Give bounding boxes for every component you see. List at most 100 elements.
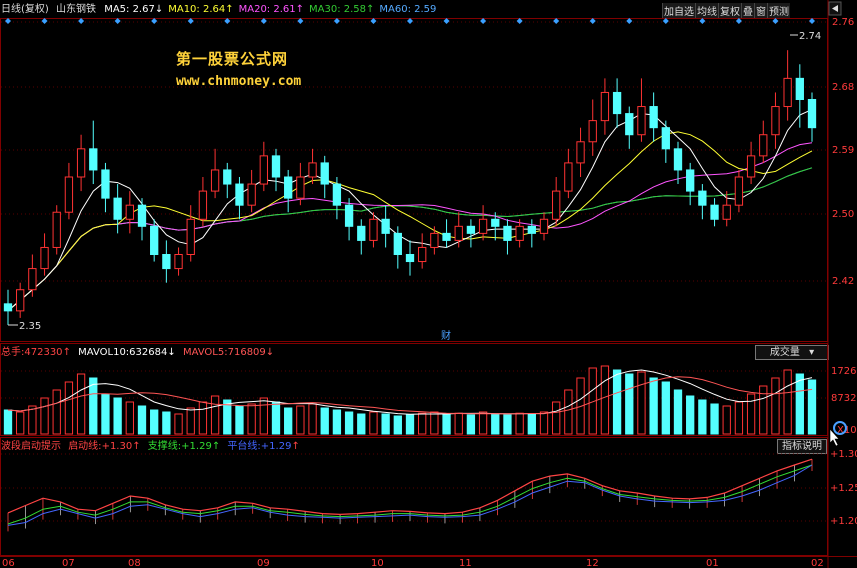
volume-bar	[478, 411, 488, 435]
volume-bar	[125, 401, 134, 435]
low-price-label: 2.35	[19, 321, 41, 332]
candle-body	[637, 106, 646, 136]
volume-bar	[308, 403, 317, 435]
price-axis: 2.76 2.68 2.59 2.50 2.42 17265 8732 X100…	[830, 17, 857, 527]
low-annotation: 2.35	[8, 321, 41, 332]
candle-body	[320, 162, 329, 185]
volume-bar	[247, 403, 256, 435]
indicator-tick: +1.20	[830, 516, 857, 527]
ma20-line	[7, 142, 813, 312]
volume-bar	[527, 413, 536, 435]
candle-body	[710, 204, 719, 220]
candle-body	[174, 254, 183, 270]
volume-bar	[284, 407, 293, 435]
indicator-tick: +1.30	[830, 449, 857, 460]
date-tick: 11	[459, 558, 472, 568]
volume-bar	[210, 395, 220, 435]
volume-bar	[271, 401, 281, 435]
volume-bar	[649, 377, 658, 435]
volume-bar	[174, 413, 183, 435]
volume-bar	[235, 405, 244, 435]
volume-bar	[564, 389, 573, 435]
price-tick: 2.68	[832, 82, 854, 93]
candle-body	[734, 176, 744, 206]
candle-body	[210, 169, 220, 192]
candle-body	[76, 148, 86, 178]
candle-body	[223, 169, 232, 185]
price-tick: 2.76	[832, 17, 854, 28]
candle-body	[588, 120, 597, 143]
volume-bar	[698, 399, 707, 435]
candle-body	[3, 303, 13, 312]
volume-bar	[198, 401, 208, 435]
candle-body	[686, 169, 695, 192]
volume-bar	[405, 414, 415, 435]
candle-body	[673, 148, 683, 171]
candle-body	[284, 176, 293, 199]
volume-bar	[625, 373, 634, 435]
date-axis: 06 07 08 09 10 11 12 01 02	[2, 558, 824, 568]
volume-bar	[661, 381, 670, 435]
candle-body	[612, 91, 622, 115]
volume-bar	[150, 409, 159, 435]
volume-bar	[442, 413, 451, 435]
volume-bar	[539, 411, 549, 435]
volume-bar	[418, 412, 427, 435]
volume-bar	[430, 411, 439, 435]
candle-body	[259, 155, 268, 185]
candle-body	[661, 127, 670, 150]
candle-body	[795, 77, 804, 101]
volume-bar	[332, 409, 342, 435]
volume-bar	[710, 403, 719, 435]
candle-body	[698, 190, 707, 206]
date-tick: 08	[128, 558, 141, 568]
candle-body	[332, 183, 342, 206]
date-tick: 09	[257, 558, 270, 568]
stock-chart-window: { "header": { "period": "日线(复权)", "stock…	[0, 0, 857, 568]
candle-body	[527, 225, 536, 234]
candle-body	[52, 211, 61, 248]
candle-body	[503, 225, 512, 241]
volume-bar	[76, 373, 86, 435]
volume-bar	[137, 405, 147, 435]
volume-bar	[101, 393, 110, 435]
candle-body	[771, 106, 780, 136]
volume-bar	[746, 393, 756, 435]
volume-bar	[807, 379, 817, 435]
candle-body	[16, 289, 25, 312]
candle-body	[113, 197, 122, 220]
finance-marker[interactable]: 财	[441, 329, 451, 342]
candle-body	[369, 218, 378, 241]
volume-bar	[491, 413, 500, 435]
volume-bar	[673, 389, 683, 435]
candle-body	[625, 113, 634, 136]
volume-bar	[637, 371, 646, 435]
candle-body	[247, 183, 256, 206]
scroll-arrow-icon[interactable]	[828, 1, 842, 16]
candle-body	[491, 218, 500, 227]
volume-bar	[612, 369, 622, 435]
volume-bars	[3, 365, 817, 435]
volume-bar	[552, 401, 561, 435]
indicator-panel-frame	[0, 437, 828, 556]
volume-bar	[296, 405, 305, 435]
candle-body	[125, 204, 134, 220]
candle-body	[381, 218, 390, 234]
volume-bar	[89, 377, 98, 435]
candle-body	[807, 99, 817, 129]
volume-bar	[381, 413, 390, 435]
candle-body	[186, 218, 195, 255]
volume-bar	[503, 414, 512, 435]
candle-body	[600, 91, 610, 122]
candle-body	[539, 218, 549, 234]
volume-bar	[64, 381, 74, 435]
candle-body	[308, 162, 317, 178]
candle-body	[649, 106, 658, 129]
volume-bar	[186, 407, 195, 435]
volume-bar	[357, 413, 366, 435]
high-annotation: 2.74	[790, 31, 821, 42]
date-tick: 01	[706, 558, 719, 568]
candle-body	[466, 225, 476, 234]
volume-tick: 8732	[831, 393, 856, 404]
volume-bar	[16, 411, 25, 435]
